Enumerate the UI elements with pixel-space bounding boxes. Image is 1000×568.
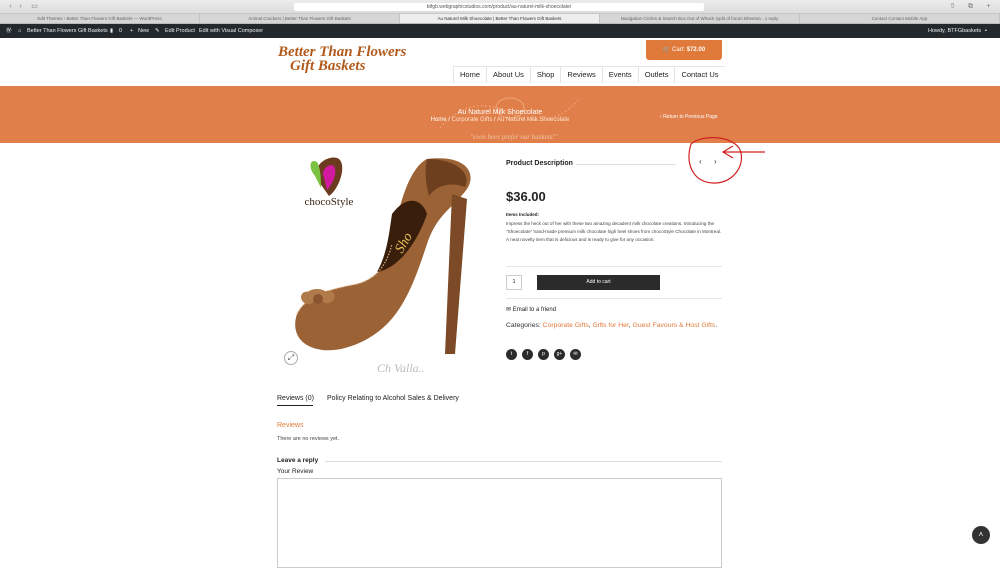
share-icon[interactable]: ⇧	[948, 3, 957, 11]
wp-site-name[interactable]: Better Than Flowers Gift Baskets	[27, 24, 108, 38]
review-textarea[interactable]	[277, 478, 722, 568]
product-image[interactable]: chocoStyle Sho Ch Valla..	[277, 154, 494, 374]
category-link[interactable]: Corporate Gifts	[543, 322, 589, 329]
site-logo[interactable]: Better Than Flowers Gift Baskets	[278, 44, 407, 74]
wordpress-icon[interactable]: Ⓦ	[6, 24, 12, 38]
browser-toolbar: ‹ › ▭ btfgb.webgraphicstudios.com/produc…	[0, 0, 1000, 14]
comments-count[interactable]: 0	[119, 24, 122, 38]
product-description-text: Impress the heck out of her with these t…	[506, 221, 722, 242]
breadcrumb-separator: /	[448, 117, 450, 123]
forward-icon[interactable]: ›	[16, 3, 25, 11]
add-to-cart-button[interactable]: Add to cart	[537, 275, 660, 290]
tab-reviews[interactable]: Reviews (0)	[277, 395, 314, 402]
brand-logo-text: chocoStyle	[305, 196, 354, 208]
site-header: Better Than Flowers Gift Baskets 🛒 Cart:…	[0, 38, 1000, 86]
tagline: "even bees prefer our baskets!"	[470, 133, 558, 141]
menu-item-shop[interactable]: Shop	[529, 67, 561, 83]
menu-item-events[interactable]: Events	[601, 67, 638, 83]
wp-new[interactable]: New	[138, 24, 149, 38]
items-included-label: Items Included:	[506, 212, 540, 217]
svg-text:Ch Valla..: Ch Valla..	[377, 361, 425, 374]
divider	[506, 266, 722, 267]
logo-line2: Gift Baskets	[290, 58, 366, 74]
product-tabs: Reviews (0) Policy Relating to Alcohol S…	[277, 395, 722, 409]
social-share: t f p g+ ✉	[506, 349, 581, 360]
chevron-left-icon: ‹	[660, 114, 662, 120]
product-description-heading: Product Description	[506, 160, 573, 167]
red-annotation-circle	[688, 137, 765, 184]
avatar[interactable]: ▪	[985, 24, 987, 38]
browser-tab[interactable]: Edit Themes ‹ Better Than Flowers Gift B…	[0, 14, 200, 23]
category-link[interactable]: Gifts for Her	[593, 322, 629, 329]
divider	[506, 298, 722, 299]
email-friend-label: Email to a friend	[512, 307, 557, 313]
home-icon: ⌂	[18, 28, 22, 34]
wp-edit-product[interactable]: Edit Product	[165, 24, 195, 38]
menu-item-reviews[interactable]: Reviews	[560, 67, 601, 83]
chevron-up-icon: ˄	[978, 530, 984, 539]
cart-total: $72.00	[686, 47, 706, 53]
menu-item-about[interactable]: About Us	[486, 67, 530, 83]
leave-reply-heading: Leave a reply	[277, 457, 319, 464]
google-plus-icon[interactable]: g+	[554, 349, 565, 360]
cart-label: Cart:	[672, 47, 686, 53]
browser-tab[interactable]: Animal Crackers | Better Than Flowers Gi…	[200, 14, 400, 23]
reviews-heading: Reviews	[277, 422, 304, 429]
divider	[325, 461, 722, 462]
menu-item-contact[interactable]: Contact Us	[674, 67, 724, 83]
tabs-icon[interactable]: ⧉	[966, 3, 975, 11]
chocolate-shoe-image: chocoStyle Sho Ch Valla..	[295, 157, 471, 374]
zoom-icon[interactable]: ⤢	[284, 351, 298, 365]
browser-tab[interactable]: Contact Contact Mobile App	[800, 14, 1000, 23]
breadcrumb-home[interactable]: Home	[431, 117, 447, 123]
return-link[interactable]: ‹ Return to Previous Page	[660, 114, 718, 120]
email-friend-link[interactable]: ✉ Email to a friend	[506, 306, 556, 313]
menu-item-home[interactable]: Home	[453, 67, 486, 83]
product-categories: Categories: Corporate Gifts, Gifts for H…	[506, 322, 718, 329]
page-banner: Au Naturel Milk Shoecolate Home / Corpor…	[0, 86, 1000, 143]
envelope-icon: ✉	[506, 307, 512, 313]
breadcrumb-separator: /	[494, 117, 496, 123]
pencil-icon: ✎	[155, 28, 160, 34]
no-reviews-text: There are no reviews yet.	[277, 436, 340, 442]
browser-tab-active[interactable]: Au Naturel Milk Shoecolate | Better Than…	[400, 14, 600, 23]
sidebar-icon[interactable]: ▭	[30, 3, 39, 11]
wp-visual-composer[interactable]: Edit with Visual Composer	[199, 24, 263, 38]
menu-item-outlets[interactable]: Outlets	[637, 67, 675, 83]
facebook-icon[interactable]: f	[522, 349, 533, 360]
active-tab-indicator	[277, 405, 313, 406]
return-link-label: Return to Previous Page	[663, 114, 718, 120]
divider	[576, 164, 676, 165]
breadcrumb: Home / Corporate Gifts / Au Naturel Milk…	[0, 117, 1000, 123]
comments-icon[interactable]: ▮	[110, 24, 113, 38]
cart-button[interactable]: 🛒 Cart: $72.00	[646, 40, 722, 60]
quantity-stepper[interactable]: 1	[506, 275, 522, 290]
your-review-label: Your Review	[277, 468, 314, 475]
back-icon[interactable]: ‹	[6, 3, 15, 11]
plus-icon: +	[130, 28, 134, 34]
browser-tabs: Edit Themes ‹ Better Than Flowers Gift B…	[0, 14, 1000, 24]
email-share-icon[interactable]: ✉	[570, 349, 581, 360]
main-menu: Home About Us Shop Reviews Events Outlet…	[453, 66, 725, 83]
browser-tab[interactable]: Navigation Circles & Search Box Out of W…	[600, 14, 800, 23]
pinterest-icon[interactable]: p	[538, 349, 549, 360]
wp-admin-bar: Ⓦ ⌂ Better Than Flowers Gift Baskets ▮ 0…	[0, 24, 1000, 38]
tab-alcohol-policy[interactable]: Policy Relating to Alcohol Sales & Deliv…	[327, 395, 459, 402]
page-title: Au Naturel Milk Shoecolate	[457, 109, 543, 116]
wp-howdy[interactable]: Howdy, BTFGbaskets	[928, 24, 981, 38]
back-to-top-button[interactable]: ˄	[972, 526, 990, 544]
new-tab-icon[interactable]: +	[984, 3, 993, 11]
logo-line1: Better Than Flowers	[278, 44, 407, 60]
breadcrumb-category[interactable]: Corporate Gifts	[452, 117, 493, 123]
url-bar[interactable]: btfgb.webgraphicstudios.com/product/au-n…	[294, 3, 704, 11]
basket-icon: 🛒	[662, 47, 671, 53]
twitter-icon[interactable]: t	[506, 349, 517, 360]
categories-label: Categories:	[506, 322, 541, 329]
breadcrumb-current: Au Naturel Milk Shoecolate	[497, 117, 570, 123]
category-link[interactable]: Guest Favours & Host Gifts	[633, 322, 716, 329]
product-price: $36.00	[506, 189, 546, 204]
